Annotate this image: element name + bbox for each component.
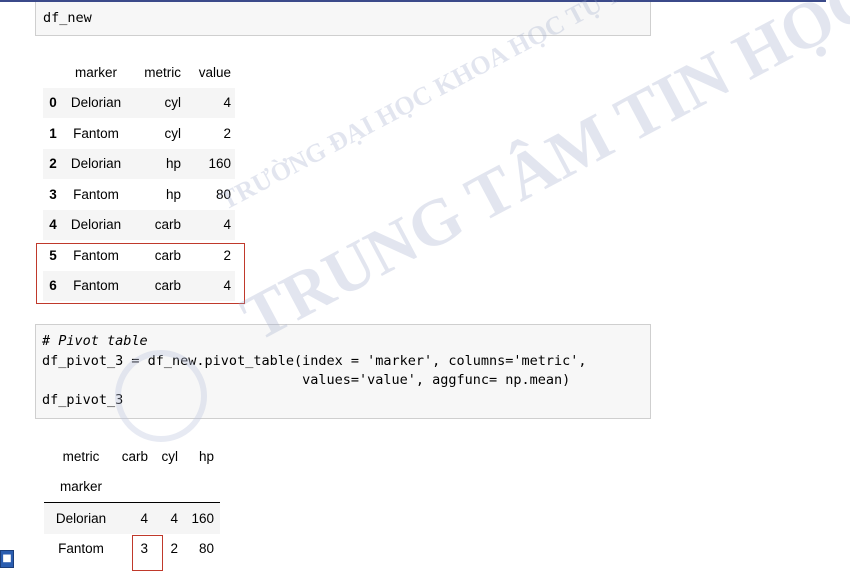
table-header-row: metric carb cyl hp xyxy=(44,441,220,472)
cell-metric: carb xyxy=(154,217,181,233)
cell-metric: hp xyxy=(165,186,181,202)
column-header: value xyxy=(198,64,231,80)
code-line: df_pivot_3 xyxy=(42,391,124,408)
column-header: hp xyxy=(198,448,214,464)
cell-metric: cyl xyxy=(164,95,182,111)
column-header: carb xyxy=(121,448,148,464)
row-index: 3 xyxy=(49,186,57,202)
code-line: df_pivot_3 = df_new.pivot_table(index = … xyxy=(42,352,587,369)
cell-value: 4 xyxy=(223,95,231,111)
row-index: 1 xyxy=(49,125,57,141)
table-row: 3 Fantom hp 80 xyxy=(43,179,235,210)
cell-value: 80 xyxy=(215,186,231,202)
code-comment: # Pivot table xyxy=(42,333,148,349)
cell-marker: Delorian xyxy=(70,95,122,111)
cell-marker: Delorian xyxy=(70,217,122,233)
code-cell-df-new[interactable]: df_new xyxy=(35,2,651,36)
code-line: df_new xyxy=(43,10,92,26)
cell-value: 4 xyxy=(223,217,231,233)
column-header: metric xyxy=(144,64,181,80)
row-index: 0 xyxy=(49,95,57,111)
column-header: cyl xyxy=(161,448,179,464)
table-row: 1 Fantom cyl 2 xyxy=(43,118,235,149)
taskbar-app-icon[interactable]: ■ xyxy=(0,550,14,568)
cell-hp: 80 xyxy=(198,541,214,557)
table-row: 0 Delorian cyl 4 xyxy=(43,87,235,118)
row-index: Delorian xyxy=(44,502,118,534)
cell-metric: cyl xyxy=(164,125,182,141)
cell-marker: Fantom xyxy=(73,125,119,141)
cell-value: 2 xyxy=(223,125,231,141)
column-header: marker xyxy=(74,64,117,80)
code-cell-pivot[interactable]: # Pivot table df_pivot_3 = df_new.pivot_… xyxy=(35,324,651,419)
table-row: 4 Delorian carb 4 xyxy=(43,209,235,240)
cell-carb: 4 xyxy=(118,502,154,534)
index-header xyxy=(43,57,63,88)
columns-name: metric xyxy=(62,448,100,464)
cell-metric: hp xyxy=(165,156,181,172)
mean-value-highlight xyxy=(132,535,163,571)
table-header-row: marker metric value xyxy=(43,57,235,88)
table-row: 2 Delorian hp 160 xyxy=(43,148,235,179)
cell-value: 160 xyxy=(208,156,231,172)
row-index: Fantom xyxy=(58,541,104,557)
index-name-row: marker xyxy=(44,472,220,503)
code-line: values='value', aggfunc= np.mean) xyxy=(42,372,571,388)
cell-marker: Delorian xyxy=(70,156,122,172)
index-name: marker xyxy=(59,479,102,495)
watermark-text-large: TRUNG TÂM TIN HỌC xyxy=(230,0,850,356)
cell-cyl: 4 xyxy=(154,502,184,534)
cell-hp: 160 xyxy=(184,502,220,534)
table-row: Delorian 4 4 160 xyxy=(44,502,220,534)
cell-marker: Fantom xyxy=(73,186,119,202)
duplicate-rows-highlight xyxy=(36,243,245,304)
row-index: 4 xyxy=(49,217,57,233)
row-index: 2 xyxy=(49,156,57,172)
